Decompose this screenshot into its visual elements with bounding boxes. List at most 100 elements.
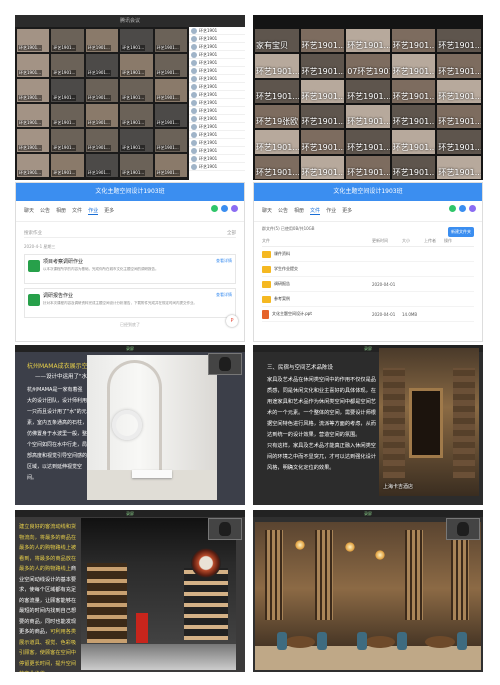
video-tile[interactable]: 环艺1901... bbox=[51, 54, 84, 77]
video-tile[interactable]: 环艺1901... bbox=[154, 129, 187, 152]
video-tile[interactable]: 环艺1901... bbox=[17, 29, 50, 52]
video-tile[interactable]: 环艺1901... bbox=[154, 29, 187, 52]
video-tile[interactable]: 环艺1901... bbox=[300, 29, 345, 53]
video-tile[interactable]: 环艺1901... bbox=[437, 130, 481, 154]
tab-4[interactable]: 作业 bbox=[326, 207, 336, 215]
participant-row[interactable]: 环艺1901 bbox=[189, 107, 245, 115]
video-tile[interactable]: 环艺1901... bbox=[300, 79, 345, 103]
tab-1[interactable]: 公告 bbox=[278, 207, 288, 215]
file-row[interactable]: 文化主题空间设计.ppt 2020-04-01 14.0MB bbox=[262, 307, 474, 322]
view-detail-link[interactable]: 查看详情 bbox=[216, 258, 232, 264]
tab-5[interactable]: 更多 bbox=[104, 207, 114, 215]
participant-row[interactable]: 环艺1901 bbox=[189, 27, 245, 35]
tab-5[interactable]: 更多 bbox=[342, 207, 352, 215]
video-tile[interactable]: 环艺1901... bbox=[51, 154, 84, 177]
tab-3[interactable]: 文件 bbox=[72, 207, 82, 215]
participant-row[interactable]: 环艺1901 bbox=[189, 91, 245, 99]
video-tile[interactable]: 环艺1901... bbox=[17, 104, 50, 127]
participant-row[interactable]: 环艺1901 bbox=[189, 75, 245, 83]
video-tile[interactable]: 环艺1901... bbox=[437, 105, 481, 129]
video-tile[interactable]: 环艺1901... bbox=[51, 79, 84, 102]
video-tile[interactable]: 环艺1901... bbox=[154, 154, 187, 177]
video-tile[interactable]: 环艺1901... bbox=[300, 130, 345, 154]
video-tile[interactable]: 环艺1901... bbox=[51, 29, 84, 52]
video-tile[interactable]: 环艺1901... bbox=[85, 129, 119, 152]
video-tile[interactable]: 环艺1901... bbox=[300, 105, 345, 129]
video-tile[interactable]: 环艺1901... bbox=[391, 54, 436, 78]
video-tile[interactable]: 环艺1901... bbox=[120, 129, 153, 152]
video-tile[interactable]: 环艺1901... bbox=[154, 104, 187, 127]
participant-row[interactable]: 环艺1901 bbox=[189, 147, 245, 155]
video-tile[interactable]: 环艺1901... bbox=[85, 29, 119, 52]
file-row[interactable]: 课件资料 bbox=[262, 247, 474, 262]
video-tile[interactable]: 环艺1901... bbox=[346, 79, 390, 103]
video-tile[interactable]: 环艺1901... bbox=[85, 79, 119, 102]
participant-row[interactable]: 环艺1901 bbox=[189, 155, 245, 163]
publish-icon[interactable]: P bbox=[226, 315, 238, 327]
more-icon[interactable] bbox=[469, 205, 476, 212]
video-tile[interactable]: 环艺1901... bbox=[255, 130, 299, 154]
participant-row[interactable]: 环艺1901 bbox=[189, 59, 245, 67]
participant-row[interactable]: 环艺1901 bbox=[189, 99, 245, 107]
file-row[interactable]: 参考案例 bbox=[262, 292, 474, 307]
tab-4[interactable]: 作业 bbox=[88, 207, 99, 215]
video-tile[interactable]: 环艺1901... bbox=[391, 29, 436, 53]
video-tile[interactable]: 环艺1901... bbox=[120, 54, 153, 77]
more-icon[interactable] bbox=[231, 205, 238, 212]
participant-row[interactable]: 环艺1901 bbox=[189, 115, 245, 123]
video-tile[interactable]: 环艺1901... bbox=[17, 79, 50, 102]
video-tile[interactable]: 07环艺1901... bbox=[346, 54, 390, 78]
video-tile[interactable]: 环艺1901... bbox=[346, 105, 390, 129]
video-tile[interactable]: 环艺1901... bbox=[300, 155, 345, 179]
homework-item[interactable]: 调研报告作业 针对本次课程内容及调研资料完成主题空间设计分析报告，下载附件完成并… bbox=[24, 288, 236, 318]
video-tile[interactable]: 环艺1901... bbox=[437, 79, 481, 103]
homework-item[interactable]: 项目考察调研作业 以本次课程所学的内容为基础，完成你所在城市文化主题空间的调研报… bbox=[24, 254, 236, 284]
video-tile[interactable]: 环艺1901... bbox=[85, 154, 119, 177]
video-tile[interactable]: 环艺1901... bbox=[17, 129, 50, 152]
presenter-video[interactable] bbox=[208, 353, 242, 375]
tab-2[interactable]: 相册 bbox=[56, 207, 66, 215]
video-tile[interactable]: 环艺1901... bbox=[120, 104, 153, 127]
presenter-video[interactable] bbox=[446, 518, 480, 540]
phone-icon[interactable] bbox=[449, 205, 456, 212]
video-tile[interactable]: 环艺1901... bbox=[85, 54, 119, 77]
video-tile[interactable]: 环艺1901... bbox=[120, 29, 153, 52]
video-tile[interactable]: 环艺1901... bbox=[255, 79, 299, 103]
tab-2[interactable]: 相册 bbox=[294, 207, 304, 215]
phone-icon[interactable] bbox=[211, 205, 218, 212]
video-icon[interactable] bbox=[221, 205, 228, 212]
video-tile[interactable]: 环艺1901... bbox=[437, 29, 481, 53]
participant-list[interactable]: 环艺1901 环艺1901 环艺1901 环艺1901 环艺1901 环艺1901 环艺19… bbox=[189, 27, 245, 180]
video-tile[interactable]: 环艺1901... bbox=[255, 54, 299, 78]
video-tile[interactable]: 环艺19张欧... bbox=[255, 105, 299, 129]
view-detail-link[interactable]: 查看详情 bbox=[216, 292, 232, 298]
video-tile[interactable]: 家有宝贝 bbox=[255, 29, 299, 53]
tab-0[interactable]: 聊天 bbox=[262, 207, 272, 215]
video-tile[interactable]: 环艺1901... bbox=[437, 54, 481, 78]
participant-row[interactable]: 环艺1901 bbox=[189, 163, 245, 171]
new-folder-button[interactable]: 新建文件夹 bbox=[448, 227, 474, 237]
video-tile[interactable]: 环艺1901... bbox=[346, 130, 390, 154]
video-icon[interactable] bbox=[459, 205, 466, 212]
filter-select[interactable]: 全部 bbox=[227, 230, 236, 236]
video-tile[interactable]: 环艺1901... bbox=[120, 154, 153, 177]
video-tile[interactable]: 环艺1901... bbox=[85, 104, 119, 127]
video-tile[interactable]: 环艺1901... bbox=[300, 54, 345, 78]
tab-1[interactable]: 公告 bbox=[40, 207, 50, 215]
video-tile[interactable]: 环艺1901... bbox=[391, 130, 436, 154]
participant-row[interactable]: 环艺1901 bbox=[189, 131, 245, 139]
video-tile[interactable]: 环艺1901... bbox=[346, 29, 390, 53]
participant-row[interactable]: 环艺1901 bbox=[189, 123, 245, 131]
video-tile[interactable]: 环艺1901... bbox=[154, 54, 187, 77]
participant-row[interactable]: 环艺1901 bbox=[189, 43, 245, 51]
presenter-video[interactable] bbox=[208, 518, 242, 540]
video-tile[interactable]: 环艺1901... bbox=[51, 104, 84, 127]
participant-row[interactable]: 环艺1901 bbox=[189, 139, 245, 147]
tab-3[interactable]: 文件 bbox=[310, 207, 321, 215]
video-tile[interactable]: 环艺1901... bbox=[391, 105, 436, 129]
video-tile[interactable]: 环艺1901... bbox=[51, 129, 84, 152]
video-tile[interactable]: 环艺1901... bbox=[391, 155, 436, 179]
file-row[interactable]: 学生作业提交 bbox=[262, 262, 474, 277]
video-tile[interactable]: 环艺1901... bbox=[346, 155, 390, 179]
video-tile[interactable]: 环艺1901... bbox=[437, 155, 481, 179]
